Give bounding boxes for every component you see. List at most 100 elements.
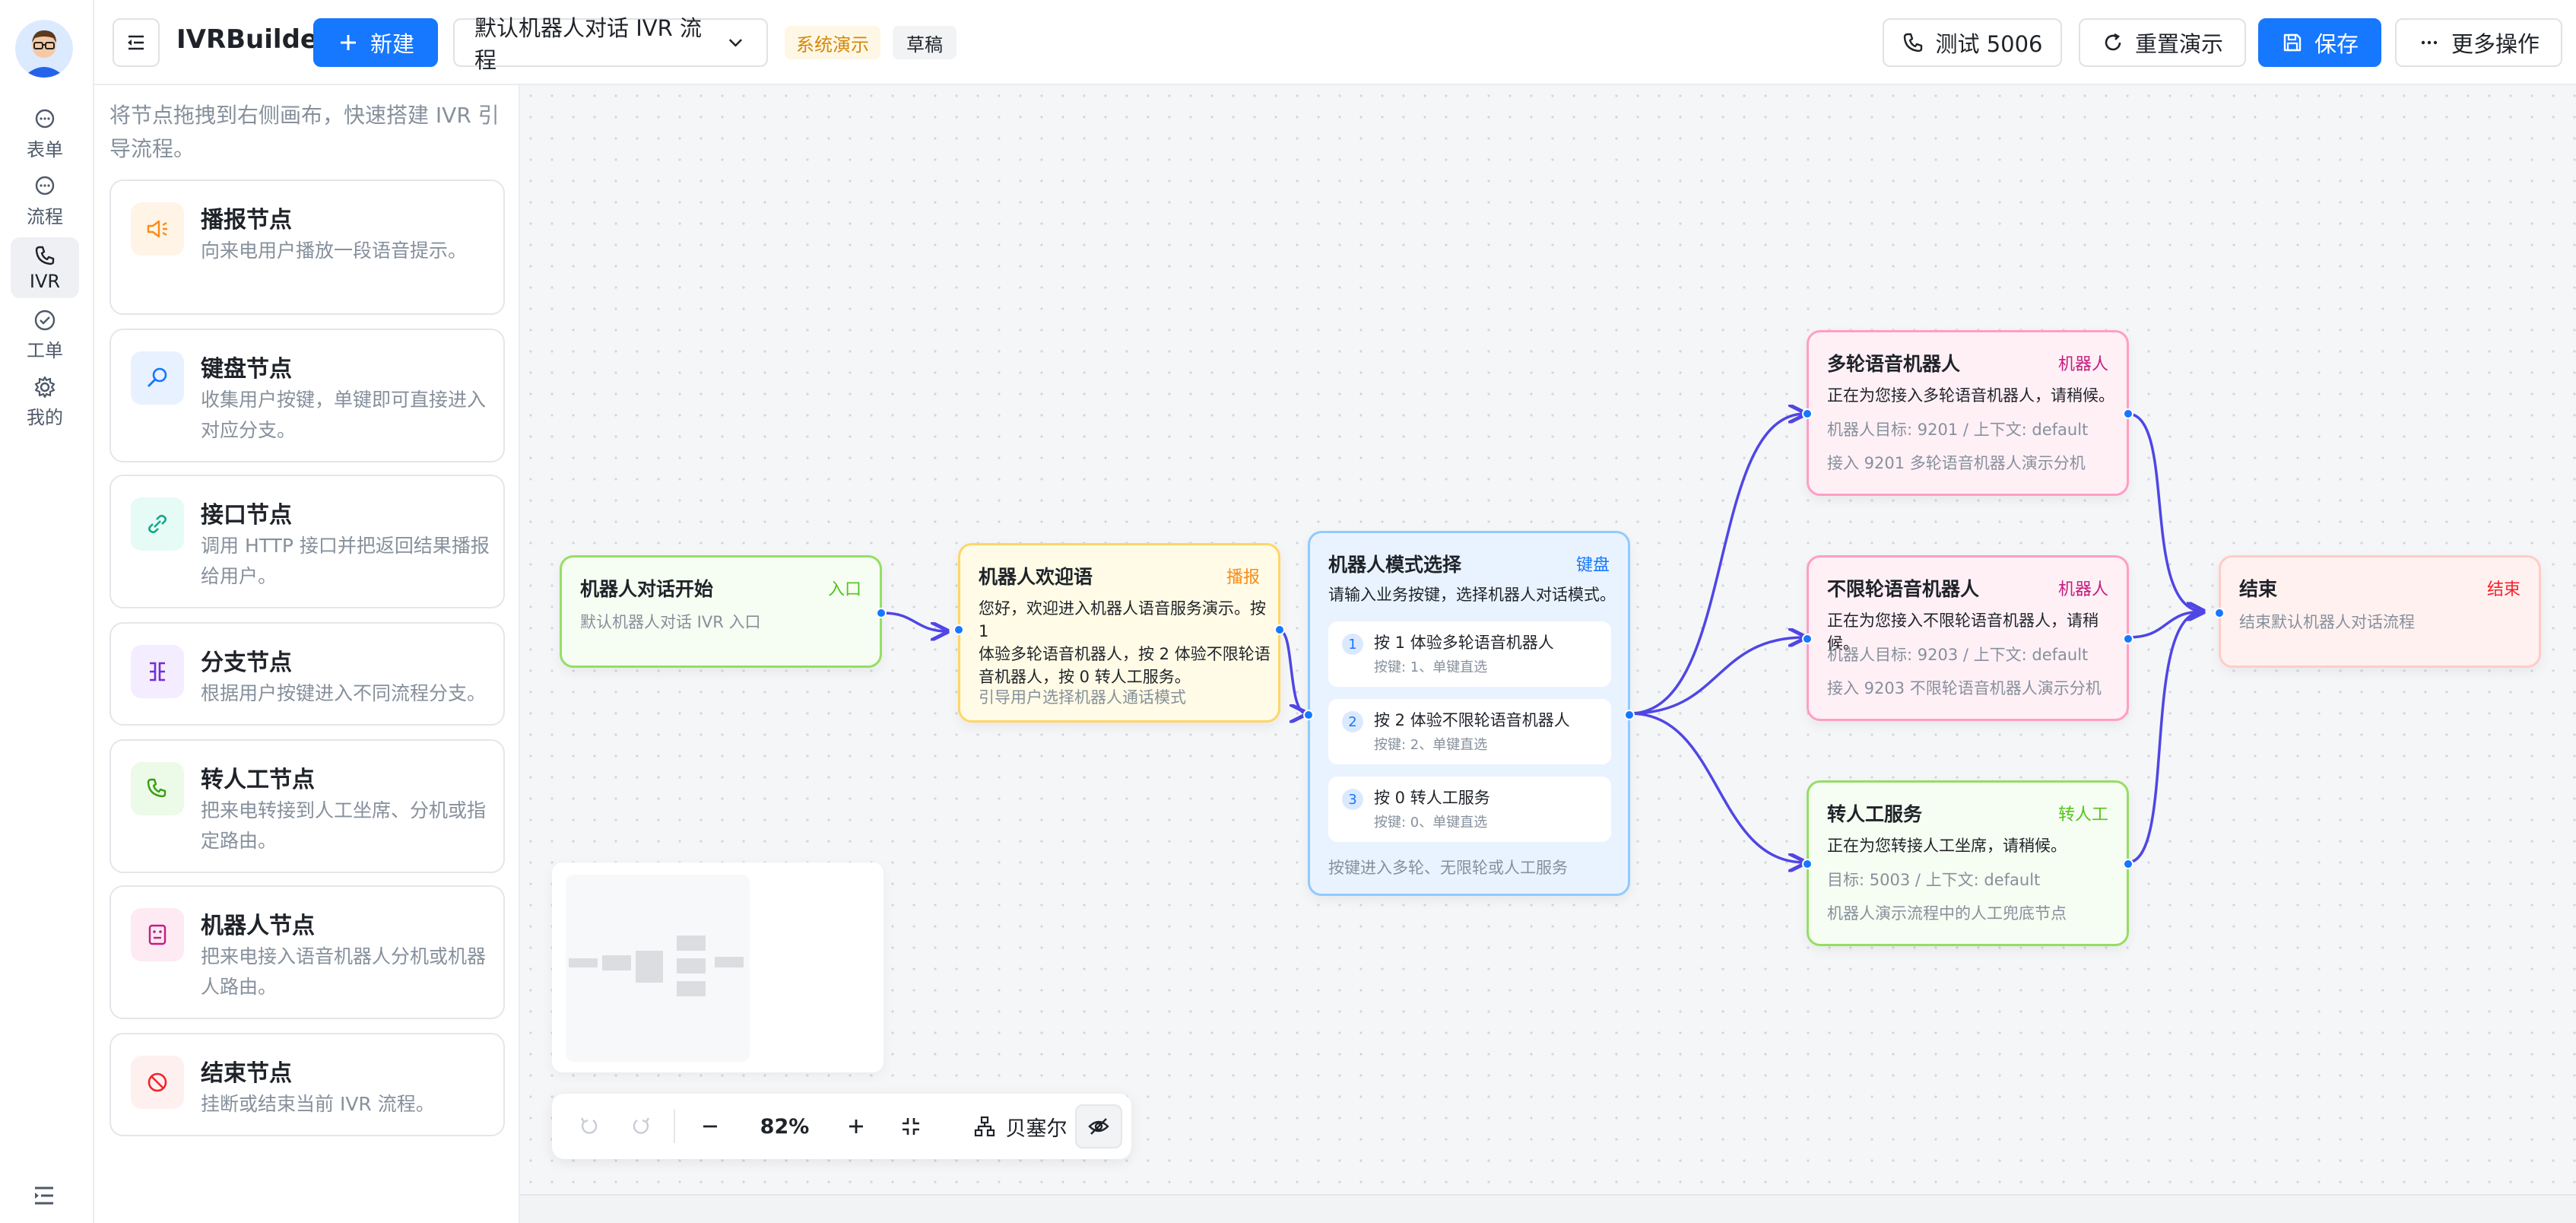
compress-icon bbox=[903, 1118, 919, 1135]
input-handle[interactable] bbox=[953, 624, 964, 635]
canvas-toolbar: 82% 贝塞尔 bbox=[552, 1094, 1131, 1159]
card-title: 接口节点 bbox=[201, 502, 292, 529]
key-option[interactable]: 2 按 2 体验不限轮语音机器人 按键: 2、单键直选 bbox=[1328, 699, 1611, 764]
node-end[interactable]: 结束 结束 结束默认机器人对话流程 bbox=[2214, 555, 2541, 668]
card-title: 分支节点 bbox=[201, 650, 292, 676]
hierarchy-icon bbox=[974, 1116, 995, 1137]
node-mode-select[interactable]: 机器人模式选择 键盘 请输入业务按键，选择机器人对话模式。 1 按 1 体验多轮… bbox=[1303, 531, 1635, 896]
node-meta: 机器人目标: 9203 / 上下文: default bbox=[1827, 646, 2089, 664]
layout-bezier-button[interactable]: 贝塞尔 bbox=[947, 1104, 1092, 1148]
node-unlimited-robot[interactable]: 不限轮语音机器人 机器人 正在为您接入不限轮语音机器人，请稍候。 机器人目标: … bbox=[1802, 555, 2133, 721]
output-handle[interactable] bbox=[2123, 634, 2133, 644]
node-desc: 正在为您接入多轮语音机器人，请稍候。 bbox=[1827, 386, 2114, 405]
node-human-transfer[interactable]: 转人工服务 转人工 正在为您转接人工坐席，请稍候。 目标: 5003 / 上下文… bbox=[1802, 780, 2133, 946]
zoom-out-button[interactable] bbox=[689, 1104, 731, 1148]
node-desc: 请输入业务按键，选择机器人对话模式。 bbox=[1328, 586, 1616, 604]
node-start[interactable]: 机器人对话开始 入口 默认机器人对话 IVR 入口 bbox=[560, 555, 887, 668]
expand-menu-icon[interactable] bbox=[29, 1180, 59, 1211]
demo-tag: 系统演示 bbox=[785, 26, 880, 59]
rail-item-ivr[interactable]: IVR bbox=[11, 237, 79, 298]
phone-icon bbox=[35, 246, 55, 265]
node-footer: 按键进入多轮、无限轮或人工服务 bbox=[1328, 859, 1568, 877]
key-option[interactable]: 3 按 0 转人工服务 按键: 0、单键直选 bbox=[1328, 777, 1611, 842]
node-meta: 接入 9203 不限轮语音机器人演示分机 bbox=[1827, 679, 2102, 697]
input-handle[interactable] bbox=[1802, 634, 1813, 644]
output-handle[interactable] bbox=[1274, 624, 1285, 635]
rail-item-flow[interactable]: 流程 bbox=[11, 170, 79, 231]
card-title: 键盘节点 bbox=[201, 356, 292, 383]
node-title: 不限轮语音机器人 bbox=[1827, 578, 1980, 600]
rail-item-mine[interactable]: 我的 bbox=[11, 371, 79, 432]
node-desc: 结束默认机器人对话流程 bbox=[2239, 613, 2415, 631]
rail-item-form[interactable]: 表单 bbox=[11, 103, 79, 164]
palette-card-transfer[interactable]: 转人工节点 把来电转接到人工坐席、分机或指定路由。 bbox=[109, 739, 505, 873]
more-actions-button[interactable]: 更多操作 bbox=[2395, 18, 2562, 67]
edge-multi-end bbox=[2127, 412, 2203, 612]
palette-card-broadcast[interactable]: 播报节点 向来电用户播放一段语音提示。 bbox=[109, 179, 505, 315]
undo-icon bbox=[580, 1117, 598, 1134]
ellipsis-icon bbox=[2421, 40, 2438, 45]
zoom-in-button[interactable] bbox=[835, 1104, 877, 1148]
input-handle[interactable] bbox=[2214, 608, 2225, 618]
palette-card-keypad[interactable]: 键盘节点 收集用户按键，单键即可直接进入对应分支。 bbox=[109, 329, 505, 462]
toolbar-divider bbox=[674, 1110, 675, 1143]
palette-hint: 将节点拖拽到右侧画布，快速搭建 IVR 引导流程。 bbox=[109, 103, 500, 161]
output-handle[interactable] bbox=[2123, 859, 2133, 869]
reset-demo-button[interactable]: 重置演示 bbox=[2079, 18, 2246, 67]
desc-line: 您好，欢迎进入机器人语音服务演示。按 1 bbox=[979, 599, 1266, 640]
user-avatar[interactable] bbox=[15, 20, 73, 78]
output-handle[interactable] bbox=[2123, 408, 2133, 419]
palette-card-end[interactable]: 结束节点 挂断或结束当前 IVR 流程。 bbox=[109, 1033, 505, 1136]
robot-icon bbox=[131, 908, 184, 961]
option-sub: 按键: 0、单键直选 bbox=[1374, 815, 1488, 831]
key-option[interactable]: 1 按 1 体验多轮语音机器人 按键: 1、单键直选 bbox=[1328, 621, 1611, 687]
option-label: 按 2 体验不限轮语音机器人 bbox=[1374, 711, 1570, 729]
flow-canvas[interactable]: 机器人对话开始 入口 默认机器人对话 IVR 入口 机器人欢迎语 播报 您好，欢… bbox=[520, 85, 2576, 1194]
node-multi-robot[interactable]: 多轮语音机器人 机器人 正在为您接入多轮语音机器人，请稍候。 机器人目标: 92… bbox=[1802, 330, 2133, 496]
node-meta: 引导用户选择机器人通话模式 bbox=[979, 688, 1186, 707]
save-button-label: 保存 bbox=[2314, 31, 2359, 57]
node-title: 机器人欢迎语 bbox=[979, 566, 1093, 588]
toggle-sidebar-button[interactable] bbox=[113, 18, 160, 67]
palette-card-robot[interactable]: 机器人节点 把来电接入语音机器人分机或机器人路由。 bbox=[109, 885, 505, 1019]
palette-card-api[interactable]: 接口节点 调用 HTTP 接口并把返回结果播报给用户。 bbox=[109, 475, 505, 608]
output-handle[interactable] bbox=[876, 608, 887, 618]
fit-view-button[interactable] bbox=[890, 1104, 932, 1148]
edge-welcome-select bbox=[1280, 630, 1306, 713]
check-circle-icon bbox=[34, 310, 56, 330]
test-button[interactable]: 测试 5006 bbox=[1883, 18, 2062, 67]
minimap[interactable] bbox=[552, 862, 884, 1072]
node-badge: 播报 bbox=[1226, 568, 1260, 587]
menu-fold-icon bbox=[128, 35, 144, 50]
toggle-visibility-button[interactable] bbox=[1075, 1104, 1122, 1148]
rail-label: 我的 bbox=[27, 406, 63, 428]
redo-button[interactable] bbox=[620, 1104, 663, 1148]
output-handle[interactable] bbox=[1624, 710, 1635, 720]
palette-card-branch[interactable]: 分支节点 根据用户按键进入不同流程分支。 bbox=[109, 622, 505, 726]
input-handle[interactable] bbox=[1303, 710, 1314, 720]
save-button[interactable]: 保存 bbox=[2258, 18, 2381, 67]
canvas-horizontal-scrollbar[interactable] bbox=[520, 1194, 2576, 1223]
undo-button[interactable] bbox=[567, 1104, 610, 1148]
option-label: 按 0 转人工服务 bbox=[1374, 789, 1490, 807]
new-button[interactable]: 新建 bbox=[313, 18, 438, 67]
node-badge: 键盘 bbox=[1575, 556, 1610, 575]
node-badge: 入口 bbox=[827, 580, 861, 599]
redo-icon bbox=[633, 1117, 650, 1134]
rail-item-ticket[interactable]: 工单 bbox=[11, 304, 79, 365]
flow-select[interactable]: 默认机器人对话 IVR 流程 bbox=[453, 15, 768, 73]
ban-icon bbox=[131, 1056, 184, 1109]
rail-label: 表单 bbox=[27, 138, 63, 160]
input-handle[interactable] bbox=[1802, 408, 1813, 419]
minimap-viewport bbox=[566, 875, 750, 1062]
plus-icon bbox=[340, 35, 356, 50]
gear-icon bbox=[34, 376, 56, 398]
node-badge: 转人工 bbox=[2057, 805, 2108, 824]
card-desc: 向来电用户播放一段语音提示。 bbox=[201, 240, 468, 262]
card-desc: 挂断或结束当前 IVR 流程。 bbox=[201, 1093, 435, 1115]
input-handle[interactable] bbox=[1802, 859, 1813, 869]
option-number: 2 bbox=[1342, 711, 1363, 732]
option-sub: 按键: 1、单键直选 bbox=[1374, 659, 1488, 675]
speaker-icon bbox=[131, 202, 184, 256]
node-welcome[interactable]: 机器人欢迎语 播报 您好，欢迎进入机器人语音服务演示。按 1 体验多轮语音机器人… bbox=[953, 543, 1285, 723]
